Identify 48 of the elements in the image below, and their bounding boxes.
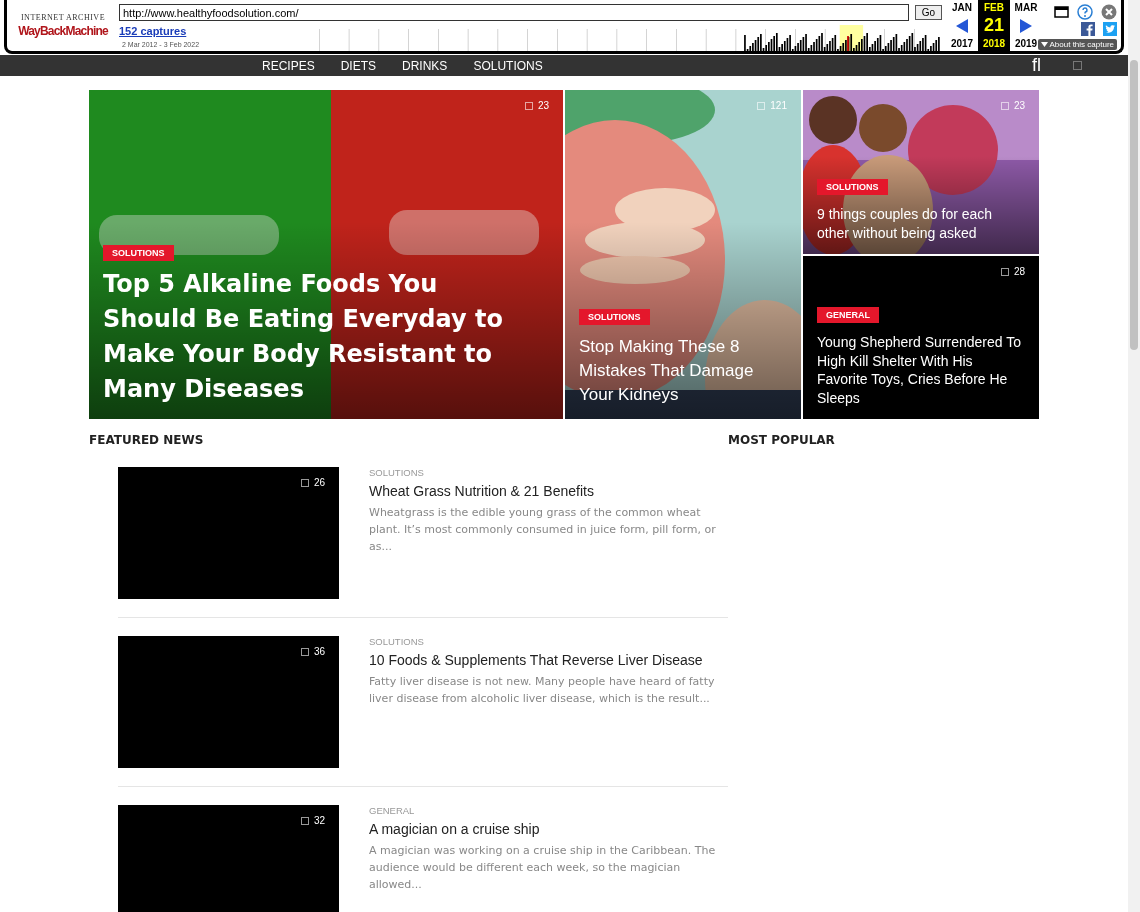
url-field[interactable]: http://www.healthyfoodsolution.com/ — [119, 4, 909, 21]
about-capture-button[interactable]: About this capture — [1037, 39, 1117, 50]
nav-link[interactable]: RECIPES — [262, 58, 315, 73]
year-label: 2019 — [1014, 38, 1038, 49]
article-title[interactable]: 10 Foods & Supplements That Reverse Liver Disease — [369, 652, 728, 668]
article-title[interactable]: A magician on a cruise ship — [369, 821, 728, 837]
article-excerpt: Wheatgrass is the edible young grass of the common wheat plant. It’s most commonly consumed in juice form, pill form, or as... — [369, 505, 717, 555]
logo[interactable]: WayBackMachine — [18, 24, 108, 38]
category-tag[interactable]: SOLUTIONS — [817, 179, 888, 195]
article-title[interactable]: Young Shepherd Surrendered To High Kill Shelter With His Favorite Toys, Cries Before He Sleeps — [817, 333, 1025, 407]
captures-link[interactable]: 152 captures — [119, 25, 319, 37]
article-thumbnail[interactable]: 36 — [118, 636, 339, 768]
year-label: 2017 — [950, 38, 974, 49]
nav-link[interactable]: SOLUTIONS — [473, 58, 543, 73]
calendar-column[interactable]: FEB 21 2018 — [978, 0, 1010, 51]
comment-count: 26 — [313, 477, 325, 488]
comment-count: 23 — [1013, 100, 1025, 111]
article-thumbnail[interactable]: 26 — [118, 467, 339, 599]
hero-card[interactable]: 121 SOLUTIONS Stop Making These 8 Mistakes That Damage Your Kidneys — [565, 90, 801, 419]
month-label: FEB — [984, 2, 1004, 13]
hero-card[interactable]: 23 SOLUTIONS 9 things couples do for each other without being asked — [803, 90, 1039, 254]
month-label: JAN — [952, 2, 972, 13]
category-tag[interactable]: SOLUTIONS — [103, 245, 174, 261]
comment-count: 28 — [1013, 266, 1025, 277]
article-title[interactable]: 9 things couples do for each other without being asked — [817, 205, 1025, 242]
search-icon[interactable]: fl — [1032, 55, 1041, 76]
article-title[interactable]: Wheat Grass Nutrition & 21 Benefits — [369, 483, 728, 499]
section-heading: FEATURED NEWS — [89, 433, 205, 447]
section-heading: MOST POPULAR — [728, 433, 835, 447]
article-excerpt: A magician was working on a cruise ship in the Caribbean. The audience would be different each week, so the magician allowed... — [369, 843, 717, 893]
article-excerpt: Fatty liver disease is not new. Many people have heard of fatty liver disease from alcoholic liver disease, which is the result... — [369, 674, 716, 707]
comment-count: 36 — [313, 646, 325, 657]
comment-count: 121 — [770, 100, 787, 111]
month-label: MAR — [1014, 2, 1038, 13]
logo-caption: INTERNET ARCHIVE — [20, 13, 106, 22]
calendar-column[interactable]: JAN 2017 — [946, 0, 978, 51]
article-title[interactable]: Stop Making These 8 Mistakes That Damage Your Kidneys — [579, 335, 787, 407]
nav-link[interactable]: DIETS — [340, 58, 377, 73]
comment-count: 23 — [537, 100, 549, 111]
article-thumbnail[interactable]: 32 — [118, 805, 339, 912]
nav-link[interactable]: DRINKS — [402, 58, 448, 73]
category-tag[interactable]: GENERAL — [817, 307, 879, 323]
category-tag[interactable]: SOLUTIONS — [579, 309, 650, 325]
day-label: 21 — [984, 15, 1004, 36]
go-button[interactable]: Go — [914, 5, 942, 20]
comment-count: 32 — [313, 815, 325, 826]
hero-card[interactable]: 28 GENERAL Young Shepherd Surrendered To High Kill Shelter With His Favorite Toys, Cries Before He Sleeps — [803, 256, 1039, 419]
year-label: 2018 — [982, 38, 1006, 49]
